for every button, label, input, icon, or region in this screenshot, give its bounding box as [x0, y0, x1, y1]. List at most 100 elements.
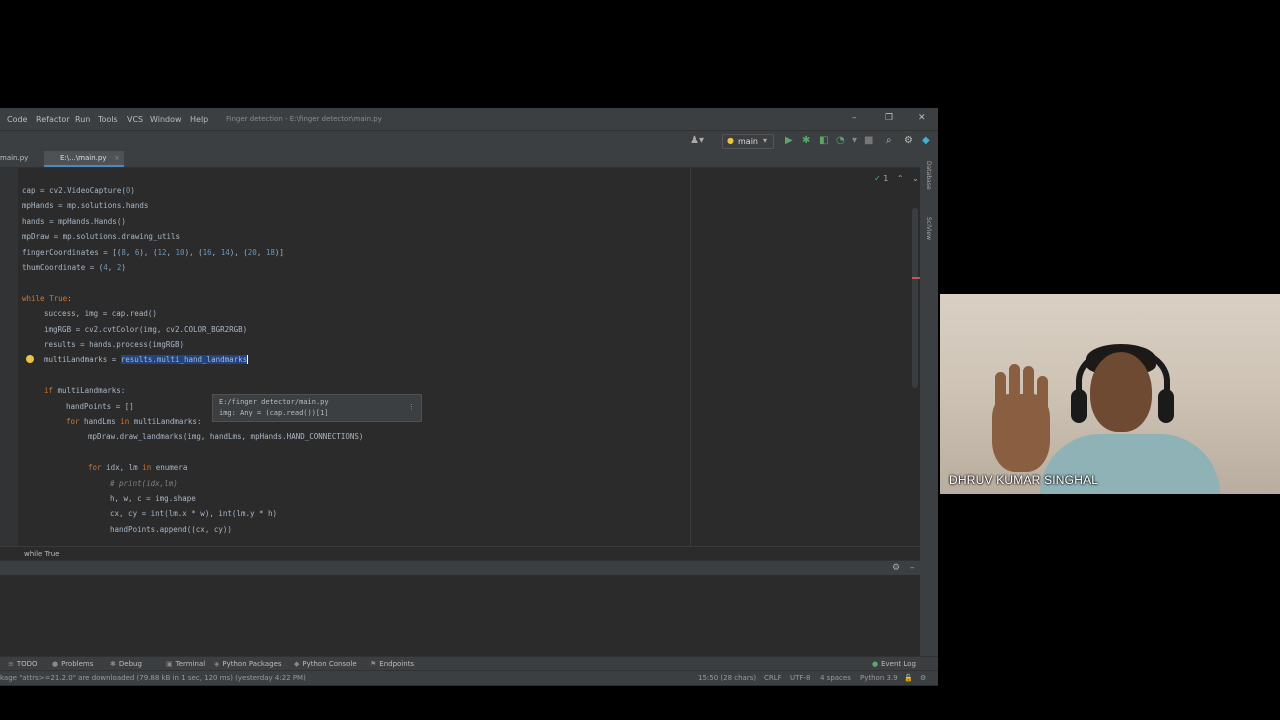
- code-line[interactable]: if multiLandmarks:: [44, 385, 125, 397]
- menu-code[interactable]: Code: [7, 115, 27, 124]
- breadcrumb[interactable]: while True: [0, 546, 920, 561]
- lightbulb-icon[interactable]: [26, 355, 34, 363]
- minimize-icon[interactable]: –: [852, 113, 857, 123]
- code-editor[interactable]: ✓ 1 ⌃ ⌄ cap = cv2.VideoCapture(0) mpHands…: [0, 168, 920, 546]
- tab-active-main-py[interactable]: E:\...\main.py ×: [44, 151, 124, 167]
- code-line[interactable]: for idx, lm in enumera: [88, 462, 187, 474]
- status-message[interactable]: kage "attrs>=21.2.0" are downloaded (79.…: [0, 674, 306, 682]
- code-line[interactable]: results = hands.process(imgRGB): [44, 339, 184, 351]
- menu-refactor[interactable]: Refactor: [36, 115, 70, 124]
- code-line[interactable]: cx, cy = int(lm.x * w), int(lm.y * h): [110, 508, 277, 520]
- python-icon: ●: [727, 136, 734, 145]
- menu-run[interactable]: Run: [75, 115, 90, 124]
- menu-tools[interactable]: Tools: [98, 115, 118, 124]
- code-text: handPoints.append((cx, cy)): [110, 524, 232, 534]
- more-options-icon[interactable]: ⋮: [408, 403, 415, 411]
- toolwindow-terminal[interactable]: ▣ Terminal: [166, 660, 205, 668]
- run-icon[interactable]: ▶: [785, 135, 793, 146]
- toolwindow-endpoints[interactable]: ⚑ Endpoints: [370, 660, 414, 668]
- console-icon: ◆: [294, 660, 300, 668]
- editor-scrollbar[interactable]: [912, 208, 918, 388]
- inspection-widget[interactable]: ✓ 1 ⌃ ⌄: [874, 174, 919, 183]
- ide-window: Code Refactor Run Tools VCS Window Help …: [0, 108, 938, 686]
- coverage-icon[interactable]: ◧: [819, 135, 828, 146]
- editor-tab-bar: main.py E:\...\main.py ×: [0, 151, 920, 168]
- finger: [1009, 364, 1020, 400]
- code-line[interactable]: mpDraw.draw_landmarks(img, handLms, mpHa…: [88, 431, 363, 443]
- code-line[interactable]: handPoints.append((cx, cy)): [110, 524, 232, 536]
- tab-active-label: E:\...\main.py: [60, 154, 107, 162]
- code-text: cx, cy = int(lm.x * w), int(lm.y * h): [110, 509, 278, 519]
- file-encoding[interactable]: UTF-8: [790, 674, 810, 682]
- code-line[interactable]: mpDraw = mp.solutions.drawing_utils: [22, 231, 180, 243]
- user-icon[interactable]: ♟▾: [690, 135, 704, 146]
- toolwindow-label: Python Console: [302, 660, 357, 668]
- headphones-band: [1076, 346, 1170, 416]
- toolwindow-label: Problems: [61, 660, 94, 668]
- code-text: mpHands = mp.solutions.hands: [22, 201, 149, 211]
- sciview-tab[interactable]: SciView: [925, 217, 932, 240]
- breadcrumb-item[interactable]: while True: [24, 550, 59, 558]
- code-line[interactable]: h, w, c = img.shape: [110, 493, 196, 505]
- plugin-icon[interactable]: ◆: [922, 135, 930, 146]
- close-tab-icon[interactable]: ×: [114, 154, 120, 162]
- status-bar: kage "attrs>=21.2.0" are downloaded (79.…: [0, 670, 938, 685]
- code-text: multiLandmarks =: [44, 355, 121, 365]
- code-line[interactable]: imgRGB = cv2.cvtColor(img, cv2.COLOR_BGR…: [44, 324, 247, 336]
- close-icon[interactable]: ✕: [918, 113, 926, 123]
- restore-icon[interactable]: ❐: [885, 113, 893, 123]
- tab-main-py[interactable]: main.py: [0, 154, 28, 162]
- run-config-dropdown[interactable]: ● main ▾: [722, 134, 774, 149]
- toolwindow-label: Debug: [118, 660, 142, 668]
- chevron-up-icon: ⌃: [896, 174, 904, 183]
- indent-setting[interactable]: 4 spaces: [820, 674, 851, 682]
- menu-window[interactable]: Window: [150, 115, 182, 124]
- line-separator[interactable]: CRLF: [764, 674, 782, 682]
- menu-help[interactable]: Help: [190, 115, 208, 124]
- gutter: [0, 168, 18, 546]
- panel-settings-icon[interactable]: ⚙: [892, 563, 900, 573]
- code-line[interactable]: multiLandmarks = results.multi_hand_land…: [44, 354, 249, 366]
- code-text: fingerCoordinates = [(8, 6), (12, 10), (…: [22, 247, 284, 257]
- toolwindow-python-packages[interactable]: ◈ Python Packages: [214, 660, 282, 668]
- menu-bar: Code Refactor Run Tools VCS Window Help …: [0, 108, 938, 130]
- code-line[interactable]: thumCoordinate = (4, 2): [22, 262, 126, 274]
- toolwindow-label: Python Packages: [222, 660, 282, 668]
- hide-panel-icon[interactable]: –: [910, 563, 915, 573]
- gear-icon[interactable]: ⚙: [904, 135, 913, 146]
- code-line[interactable]: # print(idx,lm): [110, 478, 178, 490]
- run-config-label: main: [738, 137, 758, 146]
- code-line[interactable]: while True:: [22, 293, 72, 305]
- profile-icon[interactable]: ◔: [836, 135, 845, 146]
- error-stripe-marker[interactable]: [912, 277, 920, 279]
- stop-icon[interactable]: ■: [864, 135, 873, 146]
- event-log-label: Event Log: [881, 660, 916, 668]
- caret-position[interactable]: 15:50 (28 chars): [698, 674, 756, 682]
- settings-icon[interactable]: ⚙: [920, 674, 926, 682]
- debug-icon[interactable]: ✱: [802, 135, 810, 146]
- toolwindow-label: Endpoints: [379, 660, 415, 668]
- code-line[interactable]: success, img = cap.read(): [44, 308, 157, 320]
- python-interpreter[interactable]: Python 3.9: [860, 674, 898, 682]
- code-line[interactable]: handPoints = []: [66, 401, 134, 413]
- toolwindow-label: Terminal: [175, 660, 206, 668]
- database-tab[interactable]: Database: [925, 161, 932, 190]
- more-run-icon[interactable]: ▾: [852, 135, 857, 146]
- packages-icon: ◈: [214, 660, 220, 668]
- event-log-button[interactable]: ● Event Log: [872, 660, 916, 668]
- code-line[interactable]: hands = mpHands.Hands(): [22, 216, 126, 228]
- code-line[interactable]: fingerCoordinates = [(8, 6), (12, 10), (…: [22, 247, 284, 259]
- toolwindow-todo[interactable]: ≡ TODO: [8, 660, 38, 668]
- toolwindow-python-console[interactable]: ◆ Python Console: [294, 660, 357, 668]
- code-line[interactable]: cap = cv2.VideoCapture(0): [22, 185, 135, 197]
- lock-icon[interactable]: 🔓: [904, 674, 913, 682]
- code-text: # print(idx,lm): [110, 478, 178, 488]
- code-line[interactable]: mpHands = mp.solutions.hands: [22, 200, 148, 212]
- endpoints-icon: ⚑: [370, 660, 377, 668]
- toolwindow-debug[interactable]: ✱ Debug: [110, 660, 142, 668]
- popup-path: E:/finger detector/main.py: [219, 398, 329, 406]
- code-line[interactable]: for handLms in multiLandmarks:: [66, 416, 201, 428]
- search-icon[interactable]: ⌕: [886, 135, 892, 146]
- toolwindow-problems[interactable]: ● Problems: [52, 660, 93, 668]
- menu-vcs[interactable]: VCS: [127, 115, 143, 124]
